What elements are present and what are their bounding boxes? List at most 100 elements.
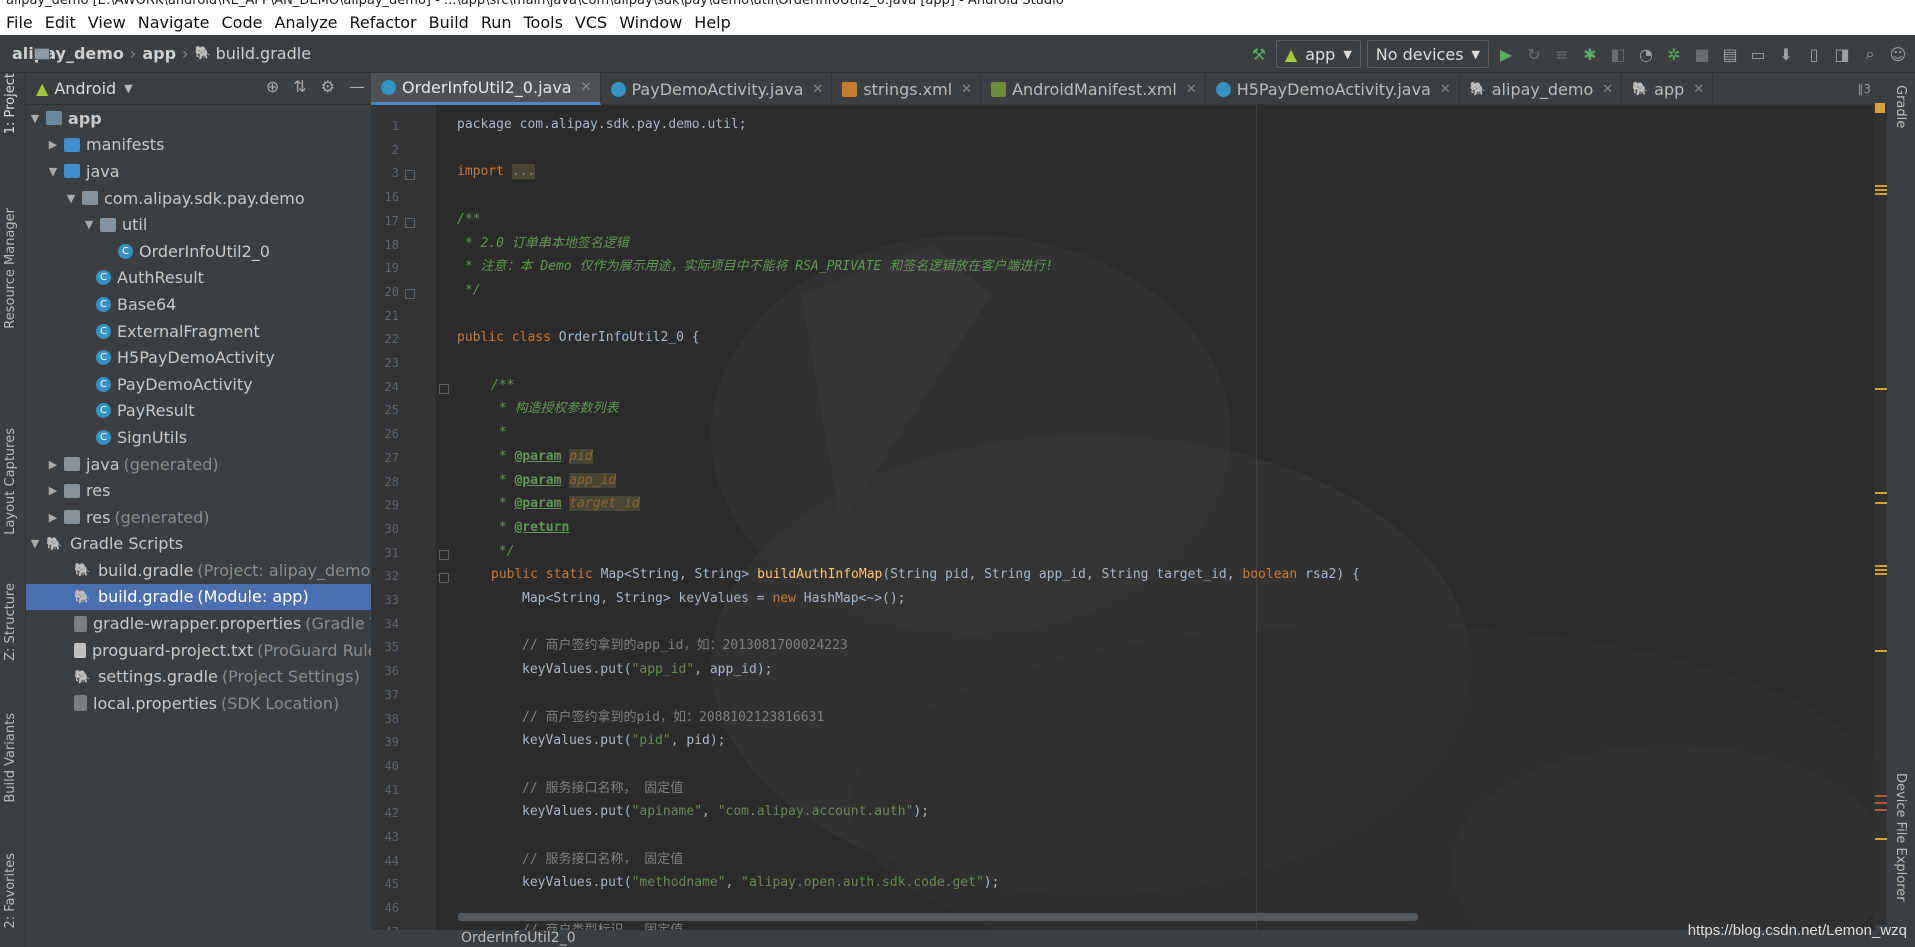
tree-item-authresult[interactable]: C AuthResult bbox=[26, 265, 371, 292]
close-icon[interactable]: ✕ bbox=[961, 82, 972, 97]
code-line[interactable]: * @param app_id bbox=[491, 471, 617, 491]
collapse-all-icon[interactable]: ⇅ bbox=[293, 77, 306, 96]
profile-icon[interactable]: ◔ bbox=[1635, 43, 1657, 65]
tree-item-java-generated[interactable]: ▶ java (generated) bbox=[26, 451, 371, 478]
warning-mark[interactable] bbox=[1875, 193, 1887, 195]
stop-icon[interactable]: ■ bbox=[1691, 43, 1713, 65]
fold-marker-icon[interactable] bbox=[405, 217, 415, 228]
build-hammer-icon[interactable]: ⚒ bbox=[1248, 43, 1270, 65]
collapsed-arrow-icon[interactable]: ▶ bbox=[46, 138, 60, 151]
menu-refactor[interactable]: Refactor bbox=[344, 10, 423, 35]
horizontal-scrollbar[interactable] bbox=[458, 913, 1418, 921]
tree-item-gradle-wrapper[interactable]: gradle-wrapper.properties (Gradle Ve bbox=[26, 610, 389, 637]
tool-window-device-file-explorer[interactable]: Device File Explorer bbox=[1893, 773, 1908, 902]
menu-analyze[interactable]: Analyze bbox=[268, 10, 343, 35]
warning-indicator-icon[interactable] bbox=[1875, 103, 1885, 113]
tree-item-payresult[interactable]: C PayResult bbox=[26, 398, 371, 425]
close-icon[interactable]: ✕ bbox=[1186, 82, 1197, 97]
breadcrumb-file[interactable]: build.gradle bbox=[216, 44, 311, 63]
code-line[interactable]: keyValues.put("app_id", app_id); bbox=[522, 660, 772, 680]
collapsed-arrow-icon[interactable]: ▶ bbox=[46, 511, 60, 524]
editor-breadcrumb[interactable]: OrderInfoUtil2_0 bbox=[461, 930, 576, 946]
code-line[interactable]: keyValues.put("methodname", "alipay.open… bbox=[522, 873, 999, 893]
menu-navigate[interactable]: Navigate bbox=[132, 10, 216, 35]
code-line[interactable]: */ bbox=[491, 542, 515, 562]
chevron-down-icon[interactable]: ▼ bbox=[124, 82, 132, 95]
code-line[interactable]: // 服务接口名称， 固定值 bbox=[522, 779, 683, 799]
close-icon[interactable]: ✕ bbox=[812, 82, 823, 97]
code-line[interactable]: keyValues.put("apiname", "com.alipay.acc… bbox=[522, 802, 929, 822]
apply-code-changes-icon[interactable]: ≡ bbox=[1551, 43, 1573, 65]
search-icon[interactable]: ⌕ bbox=[1859, 43, 1881, 65]
code-line[interactable]: * 2.0 订单串本地签名逻辑 bbox=[457, 234, 629, 254]
expanded-arrow-icon[interactable]: ▼ bbox=[82, 218, 96, 231]
warning-mark[interactable] bbox=[1875, 650, 1887, 652]
tree-item-res[interactable]: ▶ res bbox=[26, 477, 371, 504]
tool-window-gradle[interactable]: Gradle bbox=[1893, 85, 1908, 128]
folded-imports[interactable]: ... bbox=[511, 164, 536, 180]
code-line[interactable]: public static Map<String, String> buildA… bbox=[491, 565, 1360, 585]
code-line[interactable]: // 商户签约拿到的app_id，如：2013081700024223 bbox=[522, 636, 848, 656]
tree-item-build-gradle-project[interactable]: 🐘 build.gradle (Project: alipay_demo) bbox=[26, 557, 377, 584]
project-view-select[interactable]: Android bbox=[54, 79, 116, 98]
account-icon[interactable]: ☺ bbox=[1887, 43, 1909, 65]
code-line[interactable]: * 构造授权参数列表 bbox=[491, 399, 619, 419]
fold-marker-icon[interactable] bbox=[405, 288, 415, 299]
tree-item-local-properties[interactable]: local.properties (SDK Location) bbox=[26, 690, 371, 717]
code-line[interactable]: import ... bbox=[457, 162, 536, 182]
menu-tools[interactable]: Tools bbox=[518, 10, 569, 35]
locate-icon[interactable]: ⊕ bbox=[266, 77, 279, 96]
warning-mark[interactable] bbox=[1875, 492, 1887, 494]
menu-vcs[interactable]: VCS bbox=[569, 10, 613, 35]
tree-item-externalfragment[interactable]: C ExternalFragment bbox=[26, 318, 371, 345]
warning-mark[interactable] bbox=[1875, 569, 1887, 571]
code-line[interactable]: */ bbox=[457, 281, 481, 301]
tree-item-package[interactable]: ▼ com.alipay.sdk.pay.demo bbox=[26, 185, 371, 212]
code-line[interactable]: // 服务接口名称， 固定值 bbox=[522, 850, 683, 870]
layout-inspector-icon[interactable]: ◨ bbox=[1831, 43, 1853, 65]
project-structure-icon[interactable]: ▤ bbox=[1719, 43, 1741, 65]
code-line[interactable]: * bbox=[491, 423, 507, 443]
expanded-arrow-icon[interactable]: ▼ bbox=[28, 537, 42, 550]
menu-file[interactable]: File bbox=[0, 10, 39, 35]
code-line[interactable]: public class OrderInfoUtil2_0 { bbox=[457, 328, 700, 348]
close-icon[interactable]: ✕ bbox=[1440, 82, 1451, 97]
tab-orderinfoutil[interactable]: OrderInfoUtil2_0.java ✕ bbox=[371, 73, 601, 105]
tool-window-resource-manager[interactable]: Resource Manager bbox=[3, 208, 18, 329]
tool-window-favorites[interactable]: 2: Favorites bbox=[3, 853, 18, 929]
tree-item-base64[interactable]: C Base64 bbox=[26, 291, 371, 318]
close-icon[interactable]: ✕ bbox=[1693, 82, 1704, 97]
hide-icon[interactable]: — bbox=[349, 77, 365, 96]
close-icon[interactable]: ✕ bbox=[1602, 82, 1613, 97]
apply-changes-icon[interactable]: ↻ bbox=[1523, 43, 1545, 65]
tree-item-util[interactable]: ▼ util bbox=[26, 211, 371, 238]
fold-marker-icon[interactable] bbox=[405, 170, 415, 181]
warning-mark[interactable] bbox=[1875, 388, 1887, 390]
tree-item-gradle-scripts[interactable]: ▼ 🐘 Gradle Scripts bbox=[26, 531, 371, 558]
tree-item-orderinfoutil[interactable]: C OrderInfoUtil2_0 bbox=[26, 238, 371, 265]
menu-build[interactable]: Build bbox=[423, 10, 475, 35]
code-line[interactable]: * @param pid bbox=[491, 447, 593, 467]
expanded-arrow-icon[interactable]: ▼ bbox=[46, 165, 60, 178]
menu-window[interactable]: Window bbox=[613, 10, 688, 35]
code-line[interactable]: * @param target_id bbox=[491, 494, 640, 514]
tree-item-res-generated[interactable]: ▶ res (generated) bbox=[26, 504, 371, 531]
warning-mark[interactable] bbox=[1875, 502, 1887, 504]
warning-mark[interactable] bbox=[1875, 573, 1887, 575]
error-mark[interactable] bbox=[1875, 809, 1887, 811]
menu-help[interactable]: Help bbox=[688, 10, 736, 35]
menu-code[interactable]: Code bbox=[216, 10, 269, 35]
tool-window-layout-captures[interactable]: Layout Captures bbox=[3, 428, 18, 535]
breadcrumb-module[interactable]: app bbox=[142, 44, 176, 63]
tool-window-build-variants[interactable]: Build Variants bbox=[3, 713, 18, 803]
warning-mark[interactable] bbox=[1875, 565, 1887, 567]
code-line[interactable]: Map<String, String> keyValues = new Hash… bbox=[522, 589, 906, 609]
warning-mark[interactable] bbox=[1875, 838, 1887, 840]
menu-view[interactable]: View bbox=[82, 10, 132, 35]
tool-window-project[interactable]: 1: Project bbox=[3, 73, 18, 134]
close-icon[interactable]: ✕ bbox=[581, 80, 592, 95]
avd-manager-icon[interactable]: ▭ bbox=[1747, 43, 1769, 65]
debug-icon[interactable]: ✱ bbox=[1579, 43, 1601, 65]
warning-mark[interactable] bbox=[1875, 185, 1887, 187]
tab-overflow-button[interactable]: ∥3 bbox=[1857, 73, 1875, 104]
